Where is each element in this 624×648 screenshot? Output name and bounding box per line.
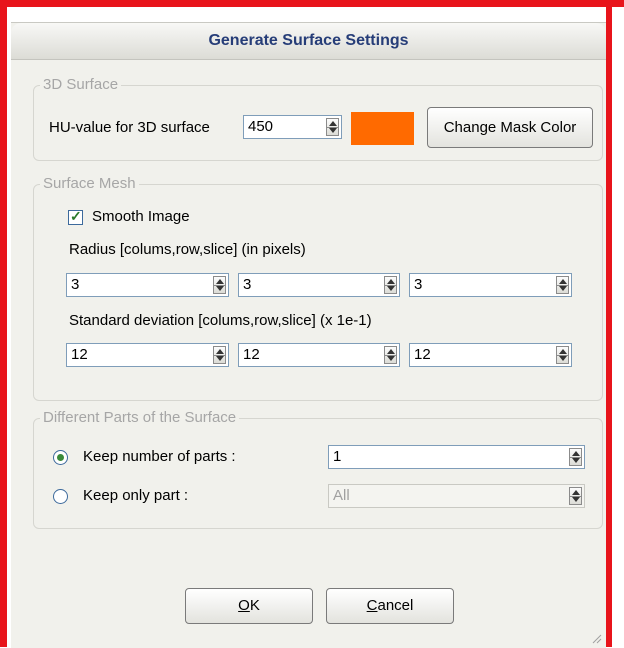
smooth-image-label: Smooth Image: [92, 208, 190, 225]
keep-number-spinner[interactable]: 1: [328, 445, 585, 469]
group-surface-mesh: Surface Mesh ✓ Smooth Image Radius [colu…: [33, 175, 603, 401]
radius-column-spin-buttons[interactable]: [213, 276, 226, 294]
spin-down-icon[interactable]: [387, 286, 395, 291]
stddev-row-spin-buttons[interactable]: [384, 346, 397, 364]
radius-slice-spinner[interactable]: 3: [409, 273, 572, 297]
radio-selected-dot: [57, 454, 64, 461]
group-different-parts-legend: Different Parts of the Surface: [40, 409, 240, 427]
checkmark-icon: ✓: [70, 208, 82, 224]
spin-down-icon[interactable]: [559, 356, 567, 361]
radius-slice-spin-buttons[interactable]: [556, 276, 569, 294]
change-mask-color-button[interactable]: Change Mask Color: [427, 107, 593, 148]
radius-row-spin-buttons[interactable]: [384, 276, 397, 294]
spin-up-icon[interactable]: [387, 349, 395, 354]
spin-up-icon[interactable]: [572, 451, 580, 456]
cancel-button[interactable]: Cancel: [326, 588, 454, 624]
window-frame-right: [606, 0, 612, 647]
spin-down-icon[interactable]: [572, 497, 580, 502]
spin-up-icon[interactable]: [387, 279, 395, 284]
hu-value-label: HU-value for 3D surface: [49, 119, 210, 136]
group-3d-surface-legend: 3D Surface: [40, 76, 122, 94]
spin-down-icon[interactable]: [559, 286, 567, 291]
dialog-title: Generate Surface Settings: [208, 32, 409, 49]
stddev-row-input[interactable]: 12: [243, 346, 260, 364]
group-surface-mesh-legend: Surface Mesh: [40, 175, 139, 193]
stddev-column-spinner[interactable]: 12: [66, 343, 229, 367]
stddev-column-spin-buttons[interactable]: [213, 346, 226, 364]
stddev-column-input[interactable]: 12: [71, 346, 88, 364]
mask-color-swatch: [351, 112, 414, 145]
keep-number-radio[interactable]: [53, 450, 68, 465]
spin-up-icon[interactable]: [216, 279, 224, 284]
keep-only-label: Keep only part :: [83, 487, 189, 504]
spin-down-icon[interactable]: [216, 286, 224, 291]
group-3d-surface: 3D Surface HU-value for 3D surface 450 C…: [33, 76, 603, 161]
smooth-image-checkbox[interactable]: ✓: [68, 208, 83, 225]
window-frame-left: [0, 0, 7, 647]
stddev-label: Standard deviation [colums,row,slice] (x…: [69, 312, 372, 329]
title-bar[interactable]: Generate Surface Settings: [11, 23, 606, 60]
spin-down-icon[interactable]: [387, 356, 395, 361]
resize-grip-icon[interactable]: [590, 632, 602, 644]
hu-value-spinner[interactable]: 450: [243, 115, 342, 139]
spin-down-icon[interactable]: [572, 458, 580, 463]
keep-number-input[interactable]: 1: [333, 448, 341, 466]
radius-slice-input[interactable]: 3: [414, 276, 422, 294]
radius-row-spinner[interactable]: 3: [238, 273, 400, 297]
ok-label-rest: K: [249, 597, 260, 614]
radius-label: Radius [colums,row,slice] (in pixels): [69, 241, 306, 258]
cancel-label-rest: ancel: [377, 597, 414, 614]
ok-hotkey: O: [238, 597, 250, 614]
radius-column-input[interactable]: 3: [71, 276, 79, 294]
keep-only-spinner[interactable]: All: [328, 484, 585, 508]
spin-up-icon[interactable]: [216, 349, 224, 354]
hu-value-spin-buttons[interactable]: [326, 118, 339, 136]
generate-surface-settings-dialog: Generate Surface Settings 3D Surface HU-…: [11, 22, 606, 648]
change-mask-color-label: Change Mask Color: [443, 119, 577, 136]
stddev-slice-spin-buttons[interactable]: [556, 346, 569, 364]
spin-down-icon[interactable]: [329, 128, 337, 133]
window-frame-top: [0, 0, 624, 7]
keep-only-input[interactable]: All: [333, 487, 350, 505]
stddev-slice-input[interactable]: 12: [414, 346, 431, 364]
radius-row-input[interactable]: 3: [243, 276, 251, 294]
hu-value-input[interactable]: 450: [248, 118, 273, 136]
radius-column-spinner[interactable]: 3: [66, 273, 229, 297]
spin-up-icon[interactable]: [559, 349, 567, 354]
keep-only-spin-buttons[interactable]: [569, 487, 582, 505]
stddev-row-spinner[interactable]: 12: [238, 343, 400, 367]
spin-down-icon[interactable]: [216, 356, 224, 361]
keep-number-spin-buttons[interactable]: [569, 448, 582, 466]
cancel-hotkey: C: [366, 597, 378, 614]
stddev-slice-spinner[interactable]: 12: [409, 343, 572, 367]
spin-up-icon[interactable]: [329, 121, 337, 126]
ok-button[interactable]: OK: [185, 588, 313, 624]
spin-up-icon[interactable]: [572, 490, 580, 495]
keep-number-label: Keep number of parts :: [83, 448, 236, 465]
spin-up-icon[interactable]: [559, 279, 567, 284]
keep-only-radio[interactable]: [53, 489, 68, 504]
group-different-parts: Different Parts of the Surface Keep numb…: [33, 409, 603, 529]
